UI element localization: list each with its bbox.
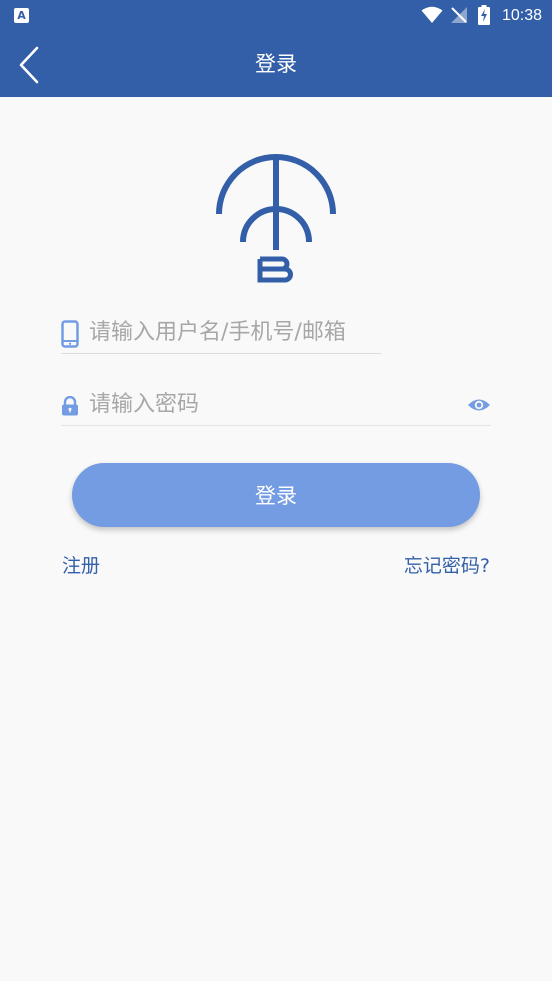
account-field — [61, 311, 381, 354]
phone-icon — [61, 320, 79, 348]
nav-bar: 登录 — [0, 32, 552, 97]
password-input[interactable] — [89, 387, 459, 421]
forgot-password-link[interactable]: 忘记密码? — [404, 552, 490, 580]
eye-icon — [468, 399, 490, 411]
login-button[interactable]: 登录 — [72, 463, 480, 527]
wifi-icon — [421, 6, 443, 23]
battery-charging-icon — [478, 5, 490, 25]
status-bar: A 10:38 — [0, 0, 552, 32]
password-field — [61, 383, 491, 426]
app-header: A 10:38 登录 — [0, 0, 552, 97]
status-time: 10:38 — [501, 7, 542, 24]
back-button[interactable] — [8, 40, 54, 88]
show-password-toggle[interactable] — [467, 395, 491, 415]
chevron-left-icon — [19, 46, 39, 84]
register-link[interactable]: 注册 — [62, 552, 100, 580]
account-input[interactable] — [89, 315, 379, 349]
app-notification-icon: A — [14, 8, 29, 23]
no-signal-icon — [451, 7, 467, 23]
page-title: 登录 — [255, 52, 297, 76]
app-logo — [216, 154, 336, 283]
lock-icon — [62, 396, 78, 416]
